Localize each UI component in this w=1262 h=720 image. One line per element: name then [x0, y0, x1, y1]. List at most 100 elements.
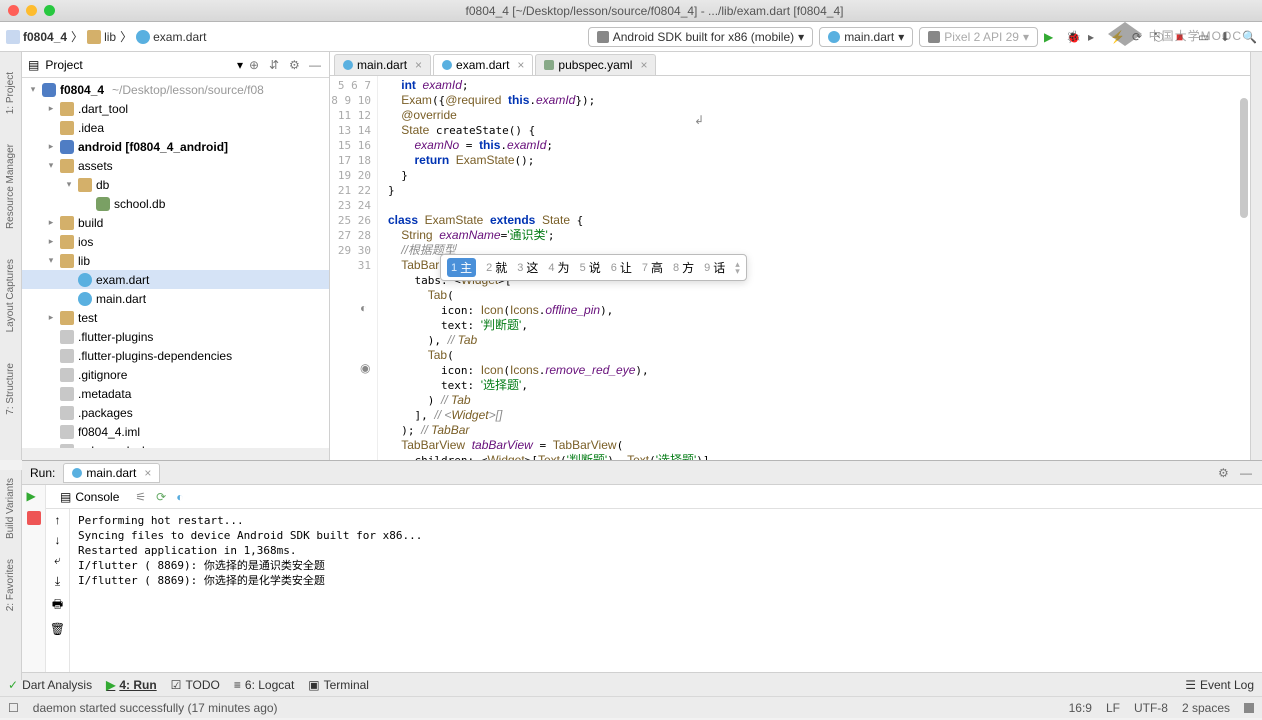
editor-tab[interactable]: pubspec.yaml×: [535, 54, 656, 75]
tree-node[interactable]: .flutter-plugins: [22, 327, 329, 346]
chevron-down-icon[interactable]: ▾: [237, 58, 243, 72]
tree-node[interactable]: ▸ios: [22, 232, 329, 251]
tree-node[interactable]: exam.dart: [22, 270, 329, 289]
close-tab-icon[interactable]: ×: [415, 58, 422, 72]
rail-favorites[interactable]: 2: Favorites: [5, 559, 16, 611]
ime-candidate[interactable]: 7高: [642, 259, 663, 276]
hot-reload-icon[interactable]: ⟳: [156, 490, 166, 504]
override-gutter-icon[interactable]: ↲: [694, 113, 708, 127]
tree-node[interactable]: .metadata: [22, 384, 329, 403]
collapse-icon[interactable]: ⇵: [269, 58, 283, 72]
avd-selector[interactable]: Pixel 2 API 29 ▾: [919, 27, 1038, 47]
profile-icon[interactable]: ⚡: [1110, 30, 1124, 44]
ime-candidate[interactable]: 1主: [447, 258, 476, 277]
tree-root[interactable]: ▾ f0804_4 ~/Desktop/lesson/source/f08: [22, 80, 329, 99]
ime-candidate[interactable]: 3这: [517, 259, 538, 276]
minimize-window-icon[interactable]: [26, 5, 37, 16]
open-devtools-icon[interactable]: ◐: [176, 490, 183, 504]
tree-node[interactable]: ▾assets: [22, 156, 329, 175]
line-gutter[interactable]: 5 6 7 8 9 10 11 12 13 14 15 16 17 18 19 …: [330, 76, 378, 460]
hot-reload-icon[interactable]: ⟳: [1132, 30, 1146, 44]
ime-candidate[interactable]: 8方: [673, 259, 694, 276]
ime-candidate[interactable]: 5说: [580, 259, 601, 276]
tree-node[interactable]: .gitignore: [22, 365, 329, 384]
editor-tab[interactable]: main.dart×: [334, 54, 431, 75]
breadcrumb-folder[interactable]: lib: [87, 30, 116, 44]
tab-run[interactable]: ▶4: Run: [106, 678, 157, 692]
stop-icon[interactable]: [27, 511, 41, 525]
tree-node[interactable]: .flutter-plugins-dependencies: [22, 346, 329, 365]
line-sep[interactable]: LF: [1106, 701, 1120, 715]
zoom-window-icon[interactable]: [44, 5, 55, 16]
close-tab-icon[interactable]: ×: [640, 58, 647, 72]
tree-node[interactable]: f0804_4.iml: [22, 422, 329, 441]
rail-resource-manager[interactable]: Resource Manager: [5, 144, 16, 229]
rail-structure[interactable]: 7: Structure: [5, 363, 16, 415]
tree-node[interactable]: ▸test: [22, 308, 329, 327]
v-scrollbar[interactable]: [1240, 98, 1248, 218]
preview-gutter-icon[interactable]: ◉: [360, 361, 374, 375]
scroll-end-icon[interactable]: ⤓: [55, 574, 60, 589]
project-dropdown-icon[interactable]: ▤: [28, 58, 39, 72]
tree-node[interactable]: ▸.dart_tool: [22, 99, 329, 118]
settings-icon[interactable]: ⚙: [289, 58, 303, 72]
settings-icon[interactable]: ⚙: [1218, 466, 1232, 480]
tab-logcat[interactable]: ≡6: Logcat: [234, 678, 294, 692]
project-panel-title[interactable]: Project: [45, 58, 231, 72]
hide-panel-icon[interactable]: —: [1240, 466, 1254, 480]
ime-page-arrows[interactable]: ▴▾: [735, 261, 740, 275]
close-tab-icon[interactable]: ×: [517, 58, 524, 72]
ime-candidate[interactable]: 4为: [548, 259, 569, 276]
project-tree[interactable]: ▾ f0804_4 ~/Desktop/lesson/source/f08 ▸.…: [22, 78, 329, 448]
file-encoding[interactable]: UTF-8: [1134, 701, 1168, 715]
tree-node[interactable]: .packages: [22, 403, 329, 422]
breadcrumb-file[interactable]: exam.dart: [136, 30, 206, 44]
stop-icon[interactable]: ■: [1176, 30, 1190, 44]
breadcrumb-project[interactable]: f0804_4: [6, 30, 67, 44]
tab-todo[interactable]: ☑TODO: [171, 678, 220, 692]
tree-node[interactable]: main.dart: [22, 289, 329, 308]
console-tab[interactable]: ▤Console: [54, 490, 125, 504]
editor-tab[interactable]: exam.dart×: [433, 54, 533, 75]
run-config-selector[interactable]: main.dart ▾: [819, 27, 913, 47]
filter-icon[interactable]: ⚟: [135, 490, 146, 504]
soft-wrap-icon[interactable]: ⤶: [54, 553, 61, 568]
lock-icon[interactable]: [1244, 703, 1254, 713]
breakpoint-gutter-icon[interactable]: ◐: [360, 301, 374, 315]
tree-node[interactable]: ▾db: [22, 175, 329, 194]
avd-manager-icon[interactable]: ▭: [1198, 30, 1212, 44]
attach-icon[interactable]: ⎋: [1154, 30, 1168, 44]
run-icon[interactable]: ▶: [1044, 30, 1058, 44]
rail-build-variants[interactable]: Build Variants: [5, 478, 16, 539]
tree-node[interactable]: ▸build: [22, 213, 329, 232]
debug-icon[interactable]: 🐞: [1066, 30, 1080, 44]
ime-candidate[interactable]: 9话: [704, 259, 725, 276]
h-scrollbar[interactable]: [22, 448, 329, 460]
caret-position[interactable]: 16:9: [1069, 701, 1092, 715]
select-opened-icon[interactable]: ⊕: [249, 58, 263, 72]
run-config-tab[interactable]: main.dart×: [63, 463, 160, 483]
rail-project[interactable]: 1: Project: [5, 72, 16, 114]
search-icon[interactable]: 🔍: [1242, 30, 1256, 44]
ime-candidate[interactable]: 6让: [611, 259, 632, 276]
ime-candidate-popup[interactable]: 1主 2就 3这 4为 5说 6让 7高 8方 9话 ▴▾: [440, 254, 747, 281]
print-icon[interactable]: 🖶: [52, 595, 63, 616]
rerun-icon[interactable]: ▶: [27, 489, 41, 503]
rail-layout-captures[interactable]: Layout Captures: [5, 259, 16, 332]
device-selector[interactable]: Android SDK built for x86 (mobile) ▾: [588, 27, 813, 47]
hide-panel-icon[interactable]: —: [309, 58, 323, 72]
tree-node[interactable]: school.db: [22, 194, 329, 213]
tab-terminal[interactable]: ▣Terminal: [308, 678, 369, 692]
close-window-icon[interactable]: [8, 5, 19, 16]
tree-node[interactable]: .idea: [22, 118, 329, 137]
clear-icon[interactable]: 🗑: [50, 622, 65, 636]
down-stack-icon[interactable]: ↓: [55, 533, 61, 547]
indent-setting[interactable]: 2 spaces: [1182, 701, 1230, 715]
coverage-icon[interactable]: ▸: [1088, 30, 1102, 44]
console-output[interactable]: Performing hot restart... Syncing files …: [70, 509, 1262, 672]
tree-node[interactable]: ▸android [f0804_4_android]: [22, 137, 329, 156]
tree-node[interactable]: ▾lib: [22, 251, 329, 270]
tree-node[interactable]: pubspec.lock: [22, 441, 329, 448]
ime-candidate[interactable]: 2就: [486, 259, 507, 276]
up-stack-icon[interactable]: ↑: [55, 513, 61, 527]
